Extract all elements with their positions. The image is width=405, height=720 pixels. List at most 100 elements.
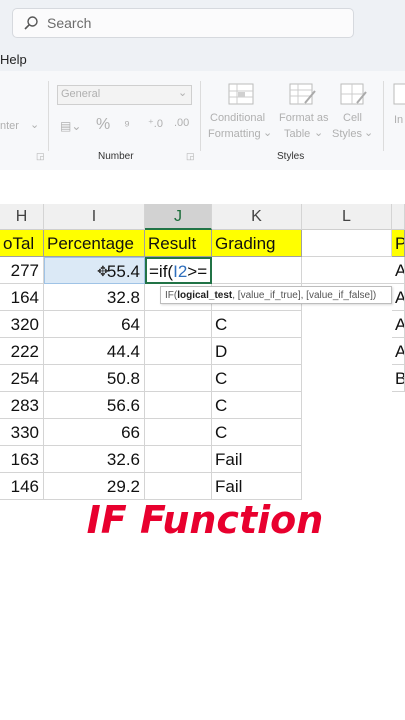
header-cell-percentage[interactable]: Percentage [44,230,145,257]
formula-reference: I2 [173,262,188,281]
p-cell[interactable]: A [392,338,405,365]
active-formula-cell[interactable]: =if(I2>= [145,257,212,284]
result-cell[interactable] [145,338,212,365]
chevron-down-icon: ⌄ [263,127,273,139]
number-group-label: Number [98,151,134,162]
header-cell-p[interactable]: P [392,230,405,257]
menu-bar: Help [0,45,405,71]
p-cell[interactable]: B [392,365,405,392]
percentage-cell[interactable]: 55.4 [44,257,145,284]
format-as-table-icon [289,83,316,105]
column-header-i[interactable]: I [44,204,145,230]
header-cell-grading[interactable]: Grading [212,230,302,257]
total-cell[interactable]: 330 [0,419,44,446]
number-format-value: General [61,88,101,100]
search-box[interactable]: Search [12,8,354,38]
percentage-cell[interactable]: 32.8 [44,284,145,311]
dialog-launcher-icon[interactable]: ◲ [36,151,45,162]
cell-styles-icon [340,83,367,105]
function-tooltip[interactable]: IF(logical_test, [value_if_true], [value… [160,286,392,304]
cell-styles-label-1: Cell [343,112,362,124]
grading-cell[interactable]: D [212,338,302,365]
accounting-format-icon[interactable]: ▤⌄ [60,119,81,133]
result-cell[interactable] [145,446,212,473]
grading-cell[interactable]: C [212,365,302,392]
insert-icon[interactable] [393,83,405,105]
ribbon: nter ⌄ General ⌄ ▤⌄ % ⁹ ⁺.0 .00 Number ◲… [0,71,405,171]
result-cell[interactable] [145,392,212,419]
result-cell[interactable] [145,365,212,392]
chevron-down-icon: ⌄ [178,87,188,99]
column-header-j[interactable]: J [145,204,212,230]
cell-styles-label-2: Styles [332,128,362,140]
result-cell[interactable] [145,419,212,446]
percentage-cell[interactable]: 44.4 [44,338,145,365]
comma-style-icon[interactable]: ⁹ [124,117,130,133]
formula-text: =if( [149,262,174,281]
p-cell[interactable]: A [392,311,405,338]
format-as-table-label-1: Format as [279,112,329,124]
number-format-dropdown[interactable]: General ⌄ [57,85,192,105]
menu-help[interactable]: Help [0,52,27,67]
increase-decimal-icon[interactable]: ⁺.0 [148,117,163,130]
chevron-down-icon: ⌄ [314,127,324,139]
percentage-cell[interactable]: 50.8 [44,365,145,392]
total-cell[interactable]: 254 [0,365,44,392]
p-cell[interactable]: A [392,257,405,284]
format-as-table-label-2: Table [284,128,311,140]
formula-text-tail: >= [187,262,208,281]
grading-cell[interactable]: C [212,419,302,446]
conditional-formatting-icon [228,83,254,105]
percentage-cell[interactable]: 29.2 [44,473,145,500]
total-cell[interactable]: 146 [0,473,44,500]
grading-cell[interactable]: Fail [212,446,302,473]
cell[interactable] [302,257,392,284]
alignment-center-label[interactable]: nter [0,120,19,132]
column-header-h[interactable]: H [0,204,44,230]
result-cell[interactable] [145,311,212,338]
column-header-m[interactable] [392,204,405,230]
grading-cell[interactable]: Fail [212,473,302,500]
total-cell[interactable]: 163 [0,446,44,473]
percentage-cell[interactable]: 66 [44,419,145,446]
grading-cell[interactable]: C [212,392,302,419]
column-header-l[interactable]: L [302,204,392,230]
p-cell[interactable]: A [392,284,405,311]
grading-cell[interactable]: C [212,311,302,338]
header-cell-result[interactable]: Result [145,230,212,257]
tooltip-rest: , [value_if_true], [value_if_false]) [232,290,377,301]
formula-bar-area [0,170,405,204]
ribbon-separator [200,81,201,151]
ribbon-separator [48,81,49,151]
result-cell[interactable] [145,473,212,500]
cell[interactable] [302,230,392,257]
cursor-icon: ✥ [97,263,109,279]
video-title-overlay: IF Function [86,498,324,542]
total-cell[interactable]: 320 [0,311,44,338]
chevron-down-icon: ⌄ [30,119,40,131]
percentage-cell[interactable]: 56.6 [44,392,145,419]
total-cell[interactable]: 277 [0,257,44,284]
percent-style-icon[interactable]: % [96,116,110,134]
decrease-decimal-icon[interactable]: .00 [174,117,189,129]
grading-cell[interactable] [212,257,302,284]
dialog-launcher-icon[interactable]: ◲ [186,151,195,162]
header-cell-total[interactable]: oTal [0,230,44,257]
search-icon [24,16,38,30]
styles-group-label: Styles [277,151,305,162]
chevron-down-icon: ⌄ [364,127,374,139]
conditional-formatting-label-1: Conditional [210,112,266,124]
title-bar: Search [0,0,405,45]
ribbon-separator [383,81,384,151]
search-placeholder: Search [47,15,92,31]
total-cell[interactable]: 283 [0,392,44,419]
column-header-k[interactable]: K [212,204,302,230]
percentage-cell[interactable]: 64 [44,311,145,338]
total-cell[interactable]: 222 [0,338,44,365]
tooltip-active-arg: logical_test [177,290,233,301]
total-cell[interactable]: 164 [0,284,44,311]
percentage-cell[interactable]: 32.6 [44,446,145,473]
insert-label[interactable]: In [394,114,403,126]
tooltip-prefix: IF( [165,290,178,301]
conditional-formatting-label-2: Formatting [208,128,261,140]
